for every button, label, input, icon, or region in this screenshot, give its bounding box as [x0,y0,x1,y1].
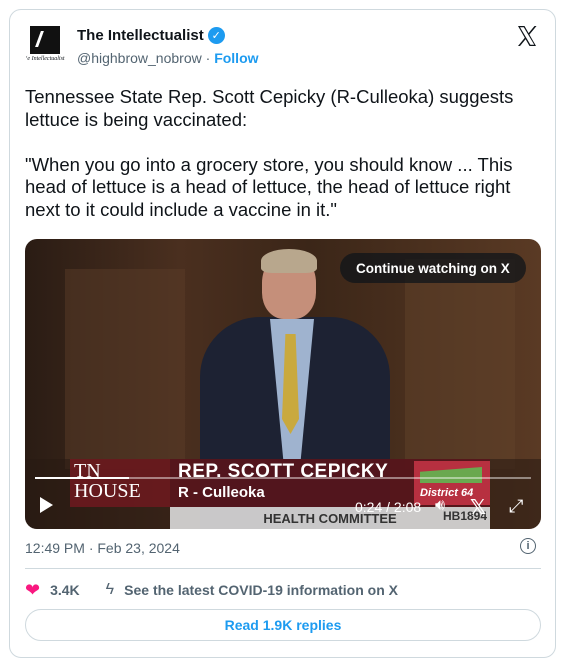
speaker-hair [261,249,317,273]
read-replies-button[interactable]: Read 1.9K replies [25,609,541,641]
covid-info-link[interactable]: See the latest COVID-19 information on X [124,582,398,598]
tweet-text: Tennessee State Rep. Scott Cepicky (R-Cu… [25,86,514,220]
tweet-timestamp[interactable]: 12:49 PM · Feb 23, 2024 [25,540,180,556]
heart-icon[interactable]: ❤ [25,580,40,601]
video-player[interactable]: Continue watching on X TN HOUSE REP. SCO… [25,239,541,529]
tn-logo-line2: HOUSE [74,480,141,502]
x-logo-icon[interactable] [515,24,539,48]
district-label: District 64 [420,487,474,499]
avatar[interactable]: ‘e Intellectualist [24,26,66,68]
author-handle[interactable]: @highbrow_nobrow [77,50,202,66]
continue-watching-button[interactable]: Continue watching on X [340,253,526,283]
author-name-row[interactable]: The Intellectualist ✓ [77,27,225,44]
tennessee-map-icon [420,467,482,483]
background-panel-right [405,259,515,469]
volume-icon[interactable]: 🔊︎ [435,497,445,515]
play-icon[interactable] [40,497,53,513]
like-count[interactable]: 3.4K [50,582,80,598]
background-panel-left [65,269,185,469]
video-progress-bar[interactable] [35,477,531,479]
divider [25,568,541,569]
fullscreen-icon[interactable]: ⤢ [509,496,523,517]
lightning-icon: ϟ [105,581,115,598]
info-icon[interactable]: i [520,538,536,554]
follow-button[interactable]: Follow [214,50,258,66]
author-name[interactable]: The Intellectualist [77,27,204,44]
author-handle-row: @highbrow_nobrow · Follow [77,50,259,66]
verified-badge-icon: ✓ [207,27,225,44]
video-x-logo-icon[interactable]: 𝕏 [470,495,486,520]
action-bar: ❤ 3.4K ϟ See the latest COVID-19 informa… [25,579,398,601]
tn-house-logo: TN HOUSE [70,459,170,507]
rep-party: R - Culleoka [178,484,265,501]
lower-third-graphic: TN HOUSE REP. SCOTT CEPICKY R - Culleoka… [70,459,490,529]
video-progress-fill [35,477,130,479]
video-time: 0:24 / 2:08 [355,499,422,515]
avatar-caption: ‘e Intellectualist [25,56,65,62]
rep-name: REP. SCOTT CEPICKY [178,461,389,482]
intellectualist-logo-mark [30,26,60,54]
handle-separator: · [205,50,211,66]
